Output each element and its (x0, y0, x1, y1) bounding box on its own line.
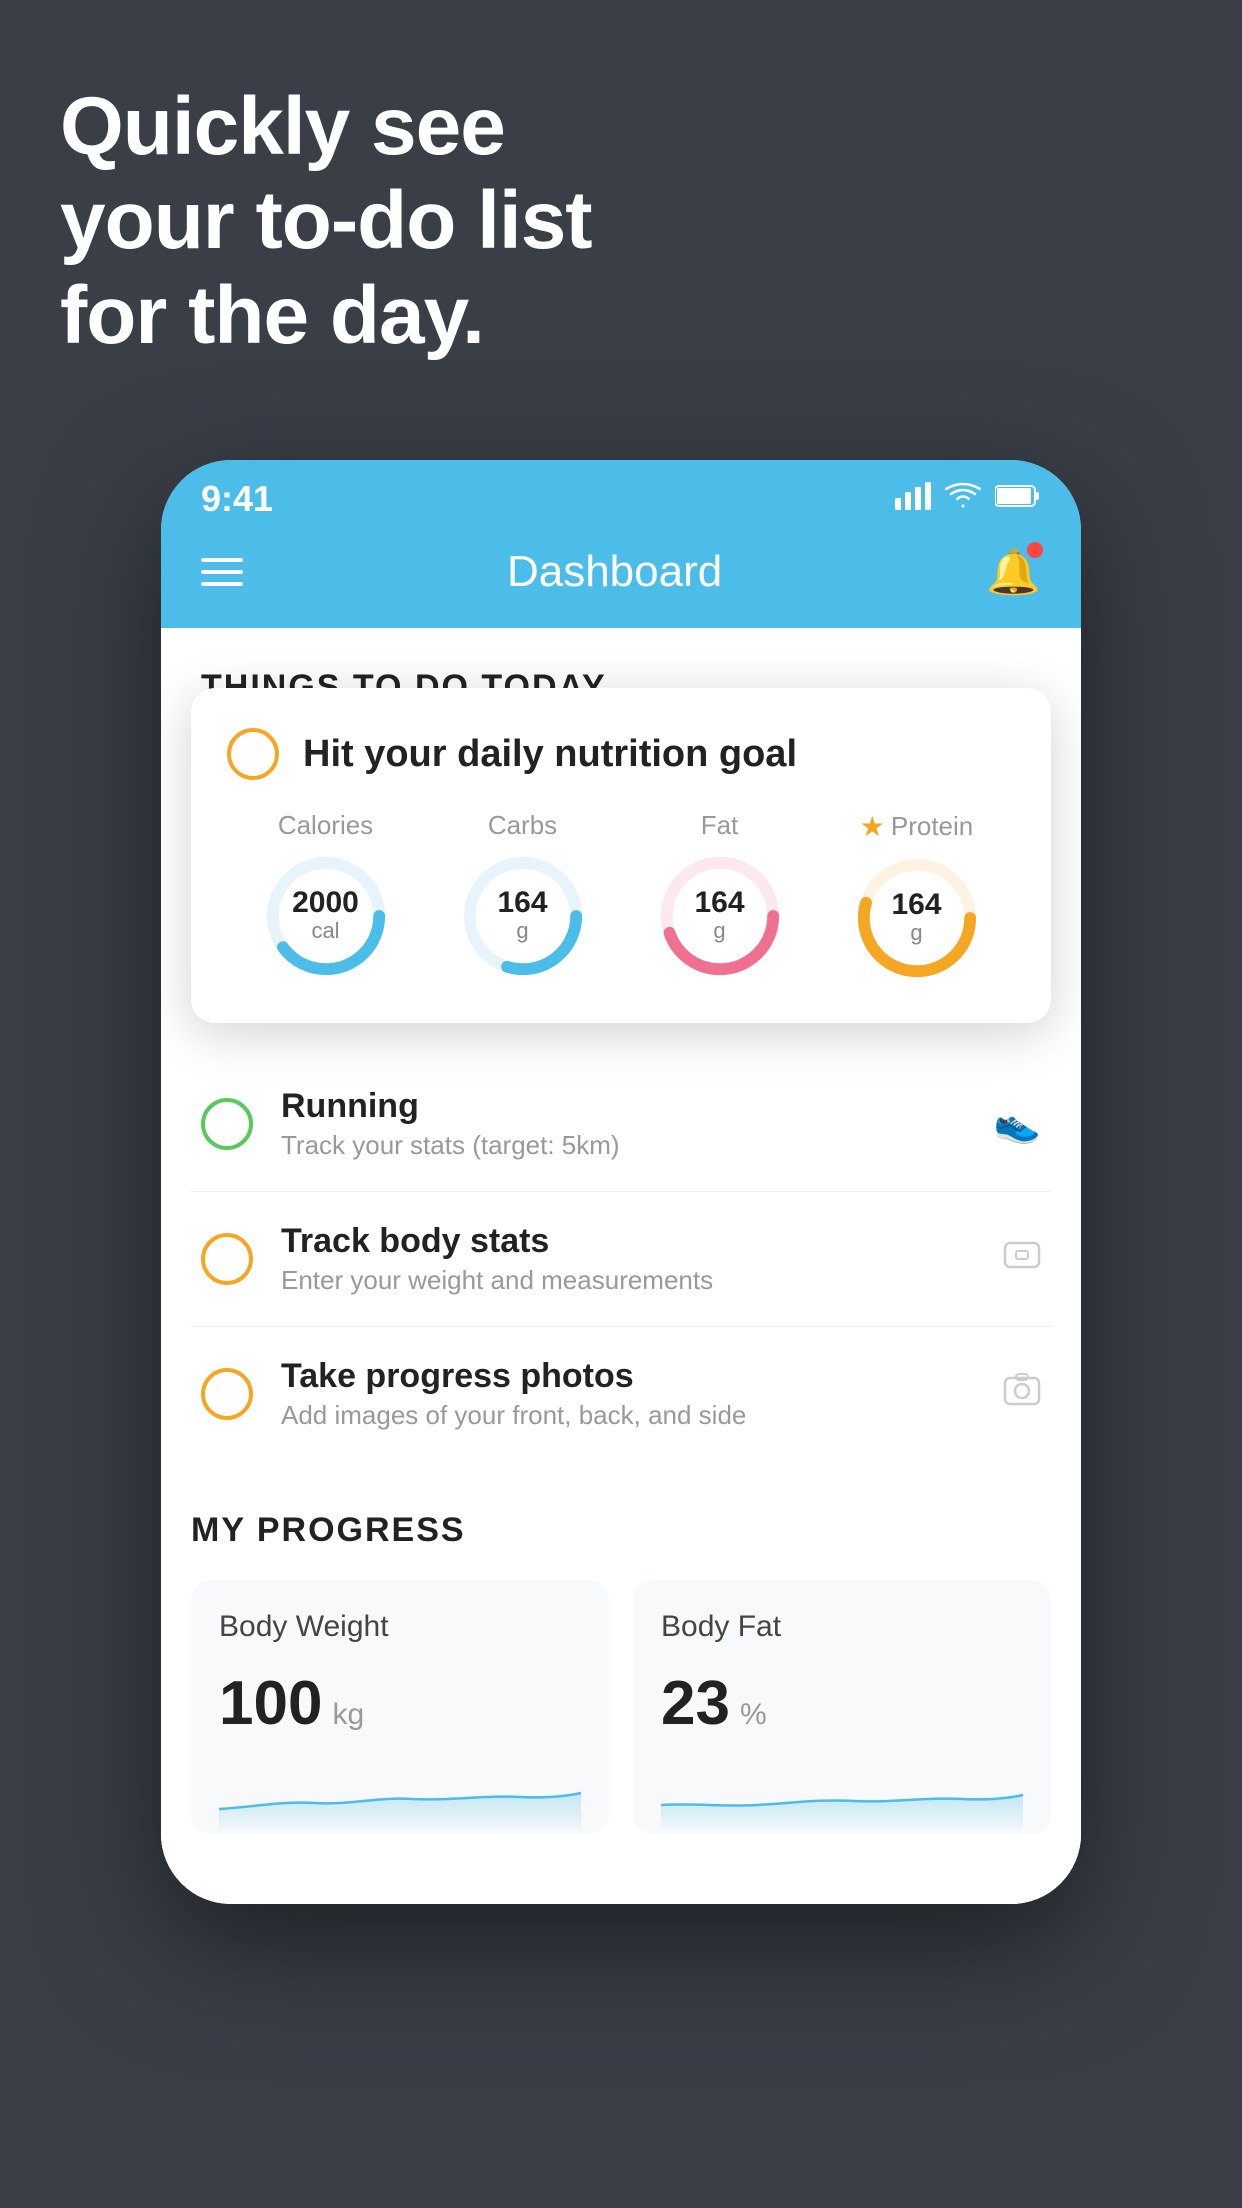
progress-header: MY PROGRESS (191, 1511, 1051, 1580)
app-content: THINGS TO DO TODAY Hit your daily nutrit… (161, 628, 1081, 1904)
todo-circle-photos (201, 1368, 253, 1420)
carbs-stat: Carbs 164 g (458, 810, 588, 981)
calories-value: 2000 (292, 888, 359, 918)
nav-bar: Dashboard 🔔 (161, 528, 1081, 628)
card-circle-check (227, 728, 279, 780)
progress-cards: Body Weight 100 kg (191, 1580, 1051, 1834)
nutrition-stats: Calories 2000 cal Carbs (227, 810, 1015, 983)
hamburger-menu[interactable] (201, 558, 243, 586)
body-fat-chart (661, 1769, 1023, 1829)
carbs-unit: g (497, 918, 547, 944)
todo-list: Running Track your stats (target: 5km) 👟… (161, 1057, 1081, 1461)
body-weight-chart (219, 1769, 581, 1829)
card-title: Hit your daily nutrition goal (303, 733, 797, 776)
protein-donut: 164 g (852, 853, 982, 983)
body-fat-unit: % (740, 1698, 767, 1732)
carbs-value: 164 (497, 888, 547, 918)
todo-sub-photos: Add images of your front, back, and side (281, 1400, 975, 1431)
body-weight-card[interactable]: Body Weight 100 kg (191, 1580, 609, 1834)
notification-dot (1027, 542, 1043, 558)
protein-label: ★Protein (860, 810, 974, 843)
todo-item-photos[interactable]: Take progress photos Add images of your … (191, 1327, 1051, 1461)
fat-unit: g (694, 918, 744, 944)
todo-sub-running: Track your stats (target: 5km) (281, 1130, 966, 1161)
calories-donut: 2000 cal (261, 851, 391, 981)
calories-stat: Calories 2000 cal (261, 810, 391, 981)
todo-title-body-stats: Track body stats (281, 1222, 975, 1261)
todo-circle-body-stats (201, 1233, 253, 1285)
progress-section: MY PROGRESS Body Weight 100 kg (161, 1461, 1081, 1904)
todo-sub-body-stats: Enter your weight and measurements (281, 1265, 975, 1296)
fat-label: Fat (701, 810, 739, 841)
todo-circle-running (201, 1098, 253, 1150)
status-icons (895, 482, 1041, 517)
phone-mockup: 9:41 (161, 460, 1081, 1904)
calories-unit: cal (292, 918, 359, 944)
wifi-icon (945, 482, 981, 517)
running-icon: 👟 (994, 1102, 1041, 1146)
protein-stat: ★Protein 164 g (852, 810, 982, 983)
todo-title-running: Running (281, 1087, 966, 1126)
card-title-row: Hit your daily nutrition goal (227, 728, 1015, 780)
body-weight-unit: kg (332, 1698, 364, 1732)
carbs-donut: 164 g (458, 851, 588, 981)
featured-nutrition-card[interactable]: Hit your daily nutrition goal Calories 2… (191, 688, 1051, 1023)
nav-title: Dashboard (507, 547, 722, 597)
body-fat-card[interactable]: Body Fat 23 % (633, 1580, 1051, 1834)
headline: Quickly see your to-do list for the day. (60, 80, 592, 363)
photo-icon (1003, 1370, 1041, 1418)
body-fat-value: 23 (661, 1668, 730, 1739)
todo-item-running[interactable]: Running Track your stats (target: 5km) 👟 (191, 1057, 1051, 1192)
todo-item-body-stats[interactable]: Track body stats Enter your weight and m… (191, 1192, 1051, 1327)
status-bar: 9:41 (161, 460, 1081, 528)
fat-stat: Fat 164 g (655, 810, 785, 981)
body-fat-title: Body Fat (661, 1610, 1023, 1644)
body-weight-title: Body Weight (219, 1610, 581, 1644)
status-time: 9:41 (201, 478, 273, 520)
body-weight-value: 100 (219, 1668, 322, 1739)
fat-donut: 164 g (655, 851, 785, 981)
battery-icon (995, 483, 1041, 515)
todo-title-photos: Take progress photos (281, 1357, 975, 1396)
fat-value: 164 (694, 888, 744, 918)
protein-value: 164 (891, 890, 941, 920)
carbs-label: Carbs (488, 810, 557, 841)
notification-bell[interactable]: 🔔 (986, 546, 1041, 598)
star-icon: ★ (860, 810, 885, 843)
calories-label: Calories (278, 810, 373, 841)
signal-icon (895, 482, 931, 517)
scale-icon (1003, 1235, 1041, 1283)
protein-unit: g (891, 920, 941, 946)
